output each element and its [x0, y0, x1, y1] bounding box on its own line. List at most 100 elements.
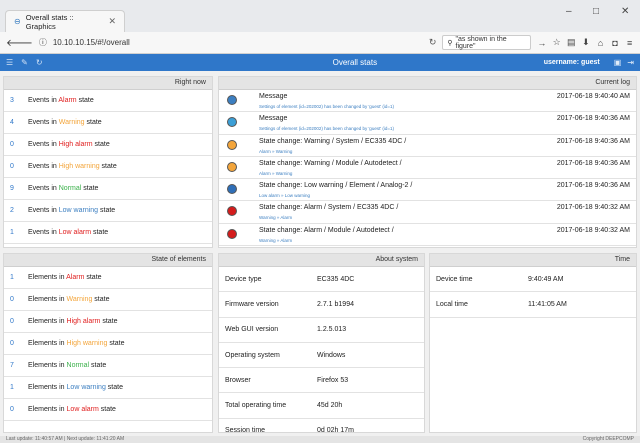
url-field[interactable]: 10.10.10.15/#!/overall — [53, 38, 353, 47]
reload-icon[interactable]: ↻ — [429, 37, 437, 48]
system-info-row: Total operating time 45d 20h — [219, 393, 424, 419]
element-state-row: 7 Elements in Normal state — [4, 355, 212, 377]
event-state-row: 1 Events in Low alarm state — [4, 222, 212, 244]
log-entry-detail: Settings of element (id=202002) has been… — [259, 104, 395, 109]
status-dot-icon — [227, 139, 237, 150]
update-info: Last update: 11:40:57 AM | Next update: … — [6, 436, 125, 442]
browser-titlebar: ⊖ Overall stats :: Graphics ✕ – □ ✕ — [0, 0, 640, 32]
system-info-key: Session time — [225, 427, 266, 435]
element-state-state-name: Low alarm — [66, 406, 99, 413]
element-state-row: 1 Elements in Alarm state — [4, 267, 212, 289]
system-info-row: Web GUI version 1.2.5.013 — [219, 318, 424, 343]
current-log-header: Current log — [219, 77, 636, 90]
log-entry-title: State change: Warning / System / EC335 4… — [259, 137, 407, 145]
element-state-label: Elements in High warning state — [28, 340, 125, 347]
event-state-row: 4 Events in Warning state — [4, 112, 212, 134]
log-entry[interactable]: Message Settings of element (id=202002) h… — [219, 90, 636, 113]
system-info-value: Firefox 53 — [317, 376, 349, 384]
system-info-row: Device type EC335 4DC — [219, 267, 424, 293]
edit-icon[interactable]: ✎ — [21, 58, 28, 67]
log-entry-detail: Alarm » Warning — [259, 170, 293, 176]
status-dot-icon — [227, 95, 237, 105]
status-dot-icon — [227, 228, 237, 239]
element-state-label: Elements in High alarm state — [28, 318, 118, 325]
event-state-count: 4 — [10, 119, 14, 126]
event-state-label: Events in Alarm state — [28, 97, 94, 104]
log-entry[interactable]: State change: Low warning / Element / An… — [219, 179, 636, 202]
tab-close-icon[interactable]: ✕ — [108, 16, 116, 27]
element-state-label: Elements in Warning state — [28, 296, 110, 303]
element-state-state-name: Low warning — [66, 384, 106, 391]
event-state-row: 3 Events in Alarm state — [4, 90, 212, 112]
element-state-state-name: Alarm — [66, 274, 85, 281]
reading-list-icon[interactable]: ▤ — [567, 37, 576, 48]
system-info-key: Web GUI version — [225, 326, 279, 334]
maximize-button[interactable]: □ — [593, 6, 599, 17]
event-state-label: Events in High warning state — [28, 163, 117, 170]
element-state-row: 0 Elements in High alarm state — [4, 311, 212, 333]
search-text: "as shown in the figure" — [455, 35, 507, 50]
element-state-label: Elements in Low warning state — [28, 384, 123, 391]
username-label: username: guest — [543, 59, 600, 66]
download-icon[interactable]: ⬇ — [582, 37, 591, 48]
event-state-state-name: Low warning — [58, 207, 99, 214]
log-entry[interactable]: State change: Alarm / Module / Autodetec… — [219, 224, 636, 247]
event-state-count: 3 — [10, 97, 14, 104]
system-info-key: Firmware version — [225, 300, 279, 308]
search-icon: ⚲ — [447, 39, 453, 47]
logout-icon[interactable]: ⇥ — [627, 58, 634, 67]
element-state-state-name: High alarm — [66, 318, 101, 325]
save-icon[interactable]: ▣ — [614, 58, 622, 67]
status-dot-icon — [227, 206, 237, 217]
search-box[interactable]: ⚲ "as shown in the figure" — [442, 35, 532, 50]
bookmark-star-icon[interactable]: ☆ — [552, 37, 561, 48]
event-state-count: 1 — [10, 229, 14, 236]
tab-title: Overall stats :: Graphics — [25, 12, 74, 31]
log-entry-detail: Alarm » Warning — [259, 148, 293, 154]
current-log-panel: Current log Message Settings of element (… — [218, 76, 637, 248]
log-entry[interactable]: State change: Warning / System / EC335 4… — [219, 135, 636, 157]
minimize-button[interactable]: – — [566, 6, 572, 17]
log-entry-title: State change: Alarm / Module / Autodetec… — [259, 226, 394, 234]
system-info-key: Operating system — [225, 351, 280, 359]
log-entry[interactable]: State change: Alarm / System / EC335 4DC… — [219, 201, 636, 224]
event-state-state-name: High alarm — [58, 141, 93, 148]
home-icon[interactable]: ⌂ — [596, 38, 605, 48]
element-state-count: 0 — [10, 406, 14, 413]
log-entry-title: Message — [259, 93, 288, 100]
time-panel: Time Device time 9:40:49 AM Local time 11:4… — [429, 253, 637, 433]
event-state-count: 0 — [10, 163, 14, 170]
right-now-header: Right now — [4, 77, 212, 90]
log-entry-title: State change: Low warning / Element / An… — [259, 182, 413, 190]
log-entry-title: State change: Alarm / System / EC335 4DC… — [259, 204, 399, 212]
element-state-row: 0 Elements in Low alarm state — [4, 399, 212, 421]
site-info-icon[interactable]: ⓘ — [39, 37, 47, 48]
event-state-label: Events in Low alarm state — [28, 229, 109, 236]
event-state-row: 9 Events in Normal state — [4, 178, 212, 200]
time-info-key: Local time — [436, 300, 468, 308]
refresh-icon[interactable]: ↻ — [36, 58, 43, 67]
system-info-value: EC335 4DC — [317, 275, 355, 283]
back-arrow-icon[interactable]: 🡐 — [6, 37, 33, 49]
status-dot-icon — [227, 117, 237, 128]
menu-icon[interactable]: ≡ — [625, 38, 634, 48]
system-info-row: Firmware version 2.7.1 b1994 — [219, 292, 424, 318]
event-state-state-name: Alarm — [58, 97, 77, 104]
event-state-count: 2 — [10, 207, 14, 214]
copyright: Copyright DEEPCOMP — [582, 436, 634, 442]
hamburger-menu-icon[interactable]: ☰ — [6, 58, 13, 67]
right-now-panel: Right now 3 Events in Alarm state 4 Events … — [3, 76, 213, 248]
element-state-label: Elements in Alarm state — [28, 274, 102, 281]
browser-tab[interactable]: ⊖ Overall stats :: Graphics ✕ — [5, 10, 125, 32]
element-state-count: 7 — [10, 362, 14, 369]
pocket-icon[interactable]: ◘ — [611, 38, 620, 48]
log-entry[interactable]: State change: Warning / Module / Autodet… — [219, 157, 636, 180]
element-state-count: 0 — [10, 318, 14, 325]
event-state-label: Events in Warning state — [28, 119, 102, 126]
log-entry-detail: Warning » Alarm — [259, 237, 293, 243]
element-state-state-name: Normal — [66, 362, 90, 369]
forward-icon[interactable]: → — [537, 38, 546, 48]
log-entry-title: State change: Warning / Module / Autodet… — [259, 159, 402, 167]
log-entry[interactable]: Message Settings of element (id=202002) h… — [219, 112, 636, 135]
window-close-button[interactable]: ✕ — [621, 6, 629, 17]
